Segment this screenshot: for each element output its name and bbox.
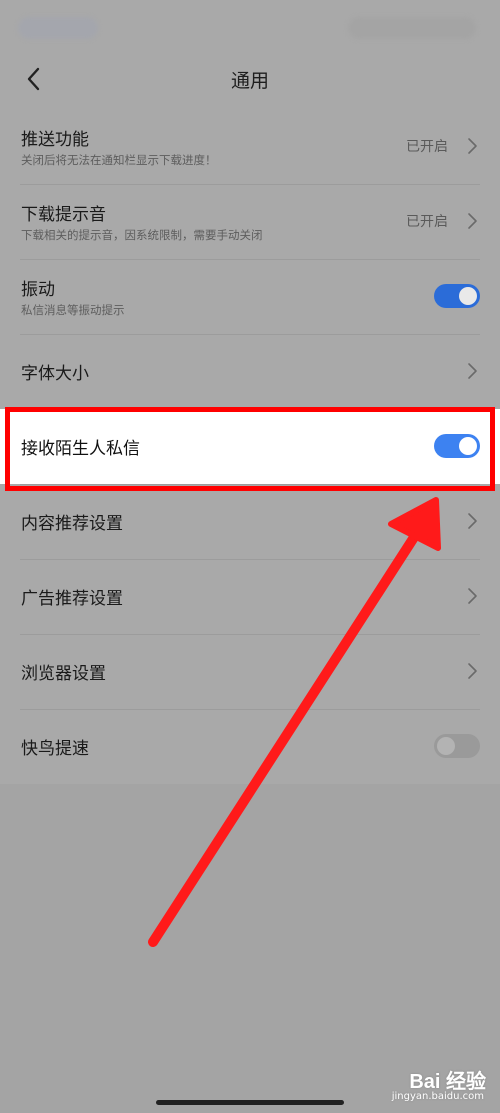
chevron-right-icon [468,513,477,529]
watermark: Bai 经验 jingyan.baidu.com [366,1065,486,1105]
status-bar-left-blurred [18,17,98,39]
toggle-knob [437,737,455,755]
row-title: 浏览器设置 [21,664,106,684]
row-subtitle: 私信消息等振动提示 [21,303,125,317]
empty-background-area [0,784,500,1113]
settings-row-push[interactable]: 推送功能 关闭后将无法在通知栏显示下载进度！ 已开启 [0,109,500,184]
chevron-right-icon [468,588,477,604]
row-title: 振动 [21,280,55,300]
row-title: 广告推荐设置 [21,589,123,609]
row-title: 下载提示音 [21,205,106,225]
navigation-bar: 通用 [0,56,500,102]
chevron-right-icon [468,213,477,229]
chevron-right-icon [468,663,477,679]
chevron-right-icon [468,363,477,379]
chevron-right-icon [468,138,477,154]
row-title: 快鸟提速 [21,739,89,759]
watermark-url: jingyan.baidu.com [391,1091,484,1102]
status-bar-right-blurred [348,17,476,39]
annotation-highlight-box [5,407,495,491]
vibration-toggle[interactable] [434,284,480,308]
settings-row-download-sound[interactable]: 下载提示音 下载相关的提示音，因系统限制，需要手动关闭 已开启 [0,184,500,259]
page-title: 通用 [230,70,269,92]
settings-row-speed-boost: 快鸟提速 [0,709,500,784]
row-title: 推送功能 [21,130,89,150]
settings-row-vibration: 振动 私信消息等振动提示 [0,259,500,334]
row-subtitle: 关闭后将无法在通知栏显示下载进度！ [21,153,217,167]
settings-row-font-size[interactable]: 字体大小 [0,334,500,409]
watermark-logo: Bai 经验 [409,1071,486,1093]
settings-row-browser[interactable]: 浏览器设置 [0,634,500,709]
status-bar [0,0,500,56]
row-status-value: 已开启 [406,214,448,230]
settings-row-ad-recommendation[interactable]: 广告推荐设置 [0,559,500,634]
row-title: 内容推荐设置 [21,514,123,534]
row-subtitle: 下载相关的提示音，因系统限制，需要手动关闭 [21,228,263,242]
toggle-knob [459,287,477,305]
settings-row-content-recommendation[interactable]: 内容推荐设置 [0,484,500,559]
home-indicator[interactable] [156,1100,344,1105]
row-title: 字体大小 [21,364,89,384]
speed-boost-toggle[interactable] [434,734,480,758]
row-status-value: 已开启 [406,139,448,155]
